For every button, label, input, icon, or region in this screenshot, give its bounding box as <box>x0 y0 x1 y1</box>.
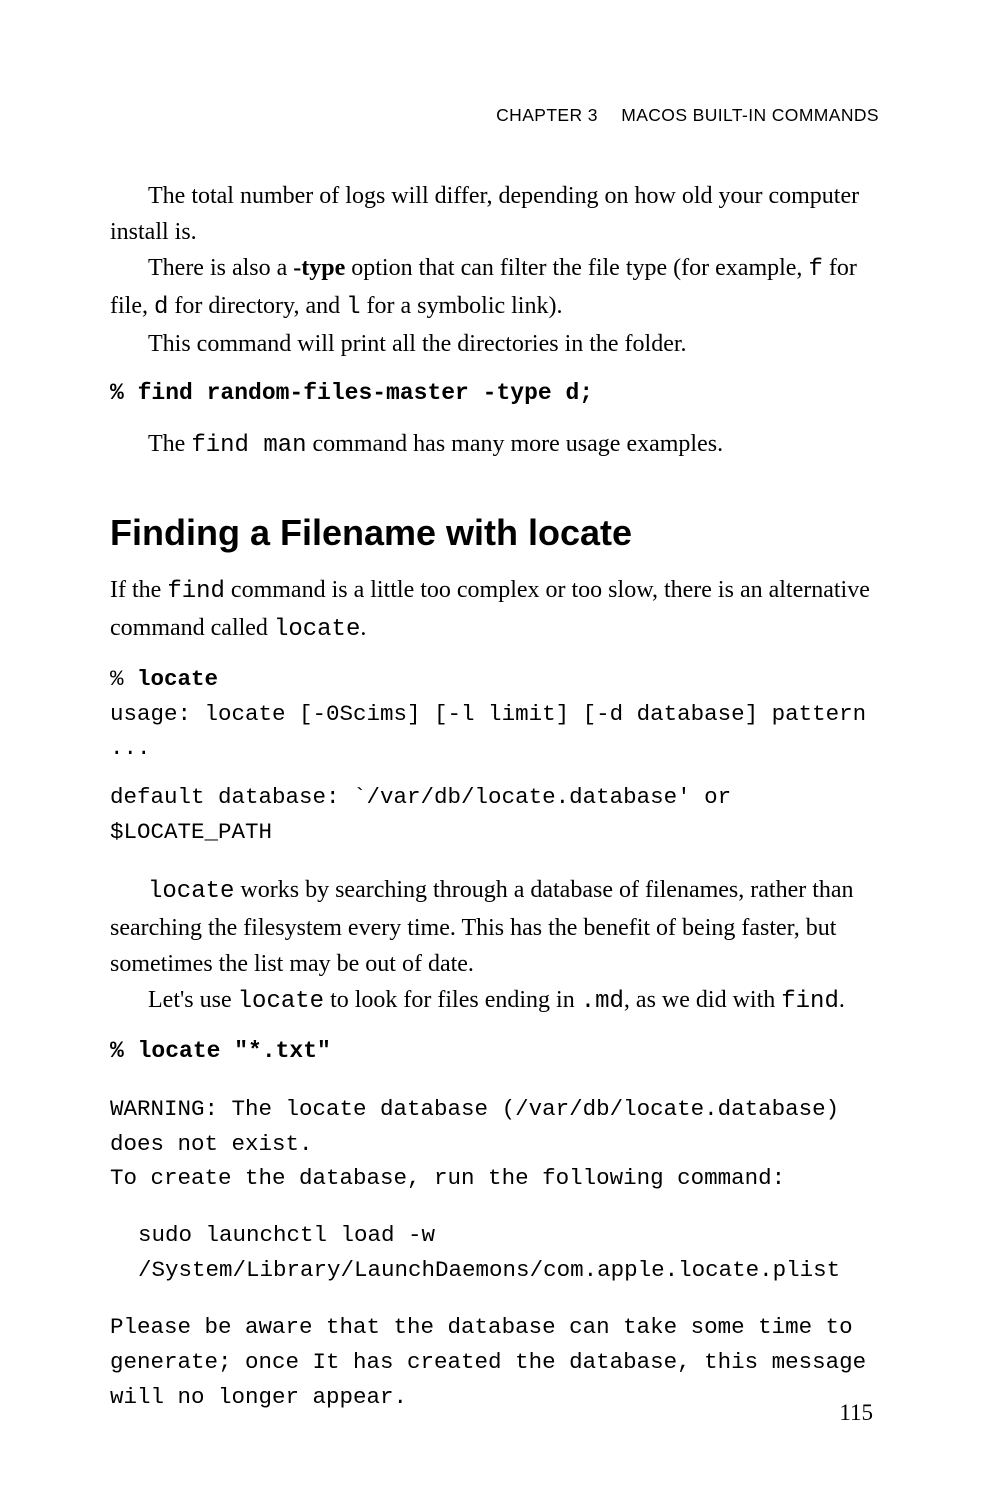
code-locate-inline: locate <box>148 878 234 905</box>
code-locate-usage: usage: locate [-0Scims] [-l limit] [-d d… <box>110 697 879 767</box>
prompt: % <box>110 666 137 692</box>
option-type: -type <box>293 255 345 281</box>
code-locate-prompt: % locate <box>110 662 879 697</box>
code-find-command: % find random-files-master -type d; <box>110 376 879 412</box>
paragraph-print-dirs: This command will print all the director… <box>110 326 879 362</box>
paragraph-locate-intro: If the find command is a little too comp… <box>110 572 879 648</box>
running-header: CHAPTER 3 MACOS BUILT-IN COMMANDS <box>110 105 879 126</box>
chapter-label: CHAPTER 3 <box>496 105 598 125</box>
paragraph-find-man: The find man command has many more usage… <box>110 426 879 464</box>
page: CHAPTER 3 MACOS BUILT-IN COMMANDS The to… <box>0 0 989 1500</box>
text: option that can filter the file type (fo… <box>345 255 808 281</box>
code-f: f <box>808 256 822 283</box>
text: for directory, and <box>168 293 346 319</box>
code-d: d <box>154 294 168 321</box>
text: There is also a <box>148 255 293 281</box>
text: command has many more usage examples. <box>307 431 724 457</box>
paragraph-type-option: There is also a -type option that can fi… <box>110 250 879 326</box>
paragraph-locate-md: Let's use locate to look for files endin… <box>110 982 879 1020</box>
text: , as we did with <box>624 987 781 1013</box>
code-l: l <box>346 294 360 321</box>
text: Let's use <box>148 987 238 1013</box>
code-find: find <box>167 578 225 605</box>
text: for a symbolic link). <box>361 293 563 319</box>
code-locate-default-db: default database: `/var/db/locate.databa… <box>110 780 879 850</box>
code-please-be-aware: Please be aware that the database can ta… <box>110 1310 879 1415</box>
text: to look for files ending in <box>324 987 581 1013</box>
text: If the <box>110 577 167 603</box>
code-warning-line1: WARNING: The locate database (/var/db/lo… <box>110 1092 879 1162</box>
section-heading-locate: Finding a Filename with locate <box>110 512 879 554</box>
paragraph-locate-works: locate works by searching through a data… <box>110 872 879 982</box>
text: The <box>148 431 191 457</box>
command-locate: locate <box>137 666 218 692</box>
code-find-inline: find <box>781 988 839 1015</box>
code-warning-line2: To create the database, run the followin… <box>110 1161 879 1196</box>
text: . <box>360 615 366 641</box>
code-sudo-launchctl: sudo launchctl load -w /System/Library/L… <box>110 1218 879 1288</box>
code-md: .md <box>581 988 624 1015</box>
text: . <box>839 987 845 1013</box>
code-locate-inline2: locate <box>238 988 324 1015</box>
code-find-man: find man <box>191 432 306 459</box>
text: command is a little too complex or too s… <box>110 577 870 641</box>
chapter-title: MACOS BUILT-IN COMMANDS <box>621 105 879 125</box>
paragraph-logs: The total number of logs will differ, de… <box>110 178 879 250</box>
code-locate-txt: % locate "*.txt" <box>110 1034 879 1070</box>
page-number: 115 <box>839 1400 873 1426</box>
code-locate: locate <box>274 616 360 643</box>
